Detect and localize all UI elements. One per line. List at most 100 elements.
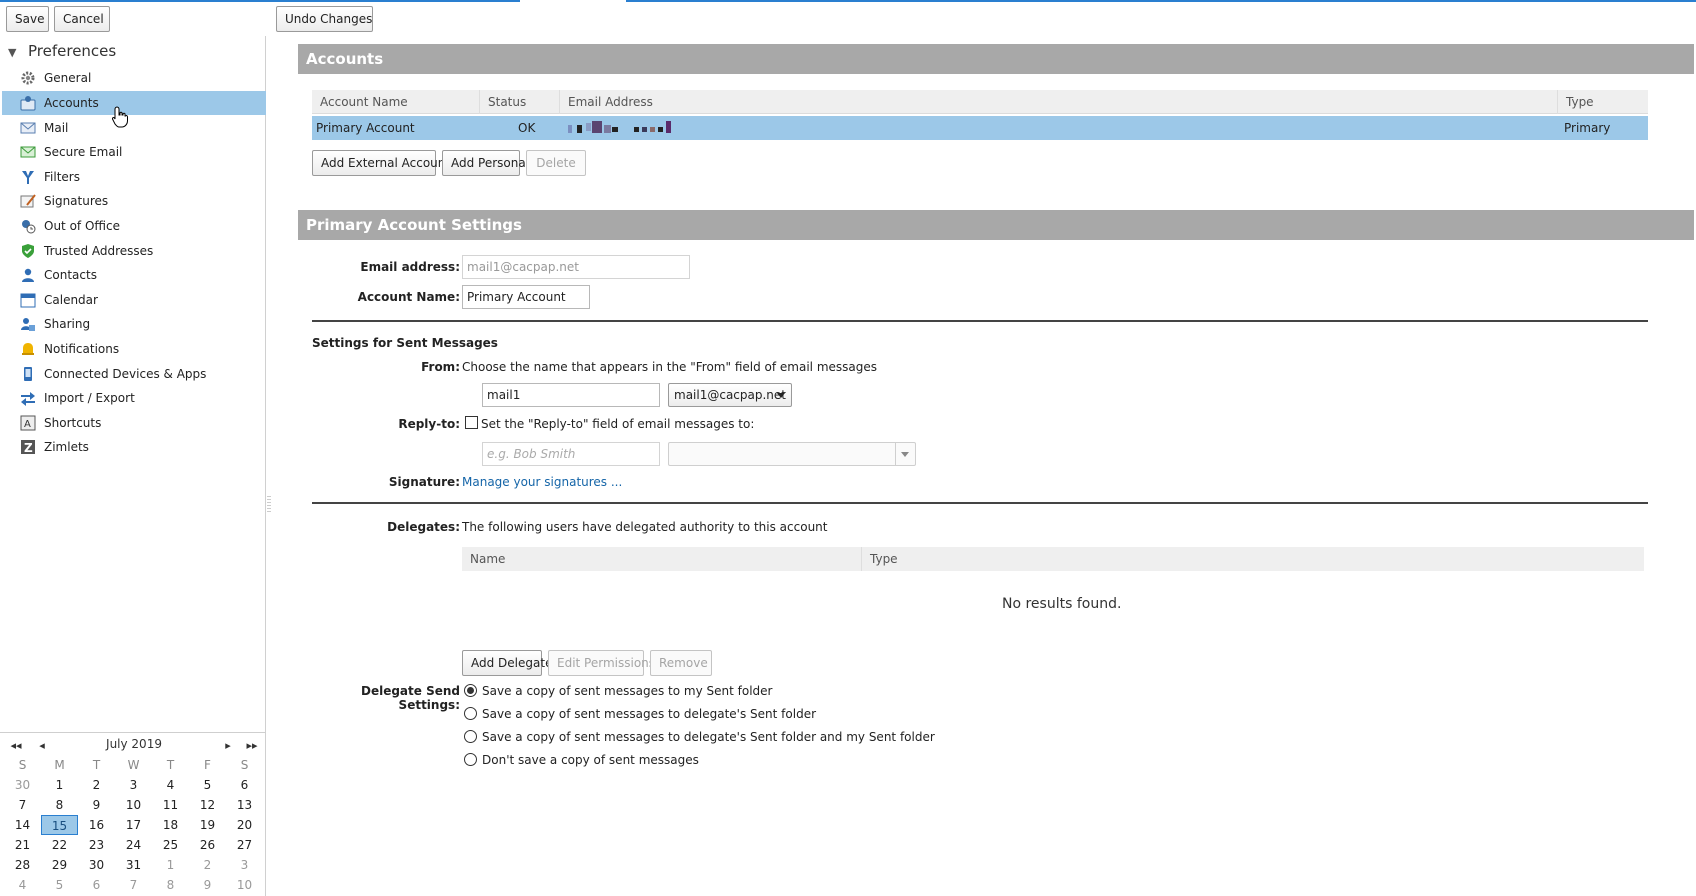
calendar-day[interactable]: 17 [115,815,152,835]
undo-changes-button[interactable]: Undo Changes [276,6,373,32]
calendar-day[interactable]: 18 [152,815,189,835]
delegate-send-radio-0[interactable] [464,684,477,697]
add-external-account-button[interactable]: Add External Account [312,150,450,176]
calendar-day[interactable]: 19 [189,815,226,835]
sidebar-item-general[interactable]: General [2,66,266,90]
column-header-type[interactable]: Type [862,547,1644,571]
calendar-day[interactable]: 27 [226,835,263,855]
calendar-day[interactable]: 11 [152,795,189,815]
delegate-send-radio-1[interactable] [464,707,477,720]
calendar-day[interactable]: 31 [115,855,152,875]
column-header-type[interactable]: Type [1558,90,1648,114]
calendar-day[interactable]: 3 [226,855,263,875]
from-address-dropdown[interactable]: mail1@cacpap.net [668,383,792,407]
remove-button[interactable]: Remove [650,650,712,676]
delegate-send-option-label[interactable]: Don't save a copy of sent messages [482,753,699,767]
delegate-send-radio-3[interactable] [464,753,477,766]
reply-to-name-field[interactable] [482,442,660,466]
calendar-day[interactable]: 30 [78,855,115,875]
sidebar-item-secure-email[interactable]: Secure Email [2,140,266,164]
edit-permissions-button[interactable]: Edit Permissions [548,650,655,676]
calendar-day[interactable]: 4 [4,875,41,895]
calendar-day[interactable]: 3 [115,775,152,795]
sidebar-item-accounts[interactable]: Accounts [2,91,266,115]
calendar-day[interactable]: 9 [78,795,115,815]
sidebar-item-connected-devices[interactable]: Connected Devices & Apps [2,362,266,386]
sidebar-item-mail[interactable]: Mail [2,116,266,140]
save-button[interactable]: Save [6,6,49,32]
calendar-day[interactable]: 10 [226,875,263,895]
calendar-day[interactable]: 9 [189,875,226,895]
calendar-day[interactable]: 20 [226,815,263,835]
calendar-day[interactable]: 2 [78,775,115,795]
sidebar-item-signatures[interactable]: Signatures [2,189,266,213]
calendar-day[interactable]: 21 [4,835,41,855]
calendar-day[interactable]: 22 [41,835,78,855]
sidebar-item-contacts[interactable]: Contacts [2,263,266,287]
reply-to-address-dropdown[interactable] [668,442,916,466]
sidebar-item-filters[interactable]: Filters [2,165,266,189]
sidebar-item-sharing[interactable]: Sharing [2,312,266,336]
next-month-icon[interactable]: ▸ [220,739,236,752]
calendar-day[interactable]: 1 [41,775,78,795]
calendar-day[interactable]: 4 [152,775,189,795]
calendar-day[interactable]: 7 [4,795,41,815]
delete-button[interactable]: Delete [526,150,586,176]
calendar-day[interactable]: 16 [78,815,115,835]
add-persona-button[interactable]: Add Persona [442,150,526,176]
email-address-field[interactable] [462,255,690,279]
from-name-field[interactable] [482,383,660,407]
account-name-field[interactable] [462,285,590,309]
calendar-day[interactable]: 29 [41,855,78,875]
calendar-day[interactable]: 5 [41,875,78,895]
sent-messages-heading: Settings for Sent Messages [312,336,498,350]
delegate-send-option-label[interactable]: Save a copy of sent messages to delegate… [482,707,816,721]
progress-line-left [0,0,520,2]
table-row[interactable]: Primary Account OK Primary [312,116,1648,140]
delegate-send-radio-2[interactable] [464,730,477,743]
calendar-day[interactable]: 14 [4,815,41,835]
sidebar-item-import-export[interactable]: Import / Export [2,386,266,410]
calendar-day[interactable]: 6 [226,775,263,795]
calendar-day[interactable]: 2 [189,855,226,875]
add-delegate-button[interactable]: Add Delegate [462,650,552,676]
calendar-day[interactable]: 5 [189,775,226,795]
calendar-day[interactable]: 12 [189,795,226,815]
calendar-month-title[interactable]: July 2019 [90,737,178,751]
calendar-day[interactable]: 25 [152,835,189,855]
calendar-day[interactable]: 13 [226,795,263,815]
calendar-day[interactable]: 7 [115,875,152,895]
sidebar-item-zimlets[interactable]: Z Zimlets [2,435,266,459]
manage-signatures-link[interactable]: Manage your signatures ... [462,475,622,489]
column-header-status[interactable]: Status [480,90,560,114]
sidebar-item-calendar[interactable]: Calendar [2,288,266,312]
calendar-day[interactable]: 1 [152,855,189,875]
calendar-day[interactable]: 26 [189,835,226,855]
sidebar-item-trusted-addresses[interactable]: Trusted Addresses [2,239,266,263]
sidebar-item-notifications[interactable]: Notifications [2,337,266,361]
prev-month-icon[interactable]: ◂ [34,739,50,752]
delegate-send-option-label[interactable]: Save a copy of sent messages to delegate… [482,730,935,744]
calendar-day[interactable]: 24 [115,835,152,855]
column-header-name[interactable]: Name [462,547,862,571]
no-results-message: No results found. [1002,596,1122,612]
cancel-button[interactable]: Cancel [54,6,110,32]
delegate-send-option-label[interactable]: Save a copy of sent messages to my Sent … [482,684,772,698]
column-header-account-name[interactable]: Account Name [312,90,480,114]
calendar-day[interactable]: 6 [78,875,115,895]
next-year-icon[interactable]: ▸▸ [244,739,260,752]
sidebar-item-out-of-office[interactable]: Out of Office [2,214,266,238]
calendar-day[interactable]: 8 [41,795,78,815]
collapse-triangle-icon[interactable]: ▼ [8,42,22,64]
calendar-day[interactable]: 30 [4,775,41,795]
calendar-day[interactable]: 10 [115,795,152,815]
calendar-day[interactable]: 8 [152,875,189,895]
prev-year-icon[interactable]: ◂◂ [8,739,24,752]
calendar-day-today[interactable]: 15 [41,815,78,835]
sidebar-item-shortcuts[interactable]: A Shortcuts [2,411,266,435]
reply-to-checkbox[interactable] [465,416,478,429]
preferences-header[interactable]: ▼ Preferences [8,40,116,62]
calendar-day[interactable]: 28 [4,855,41,875]
column-header-email-address[interactable]: Email Address [560,90,1558,114]
calendar-day[interactable]: 23 [78,835,115,855]
